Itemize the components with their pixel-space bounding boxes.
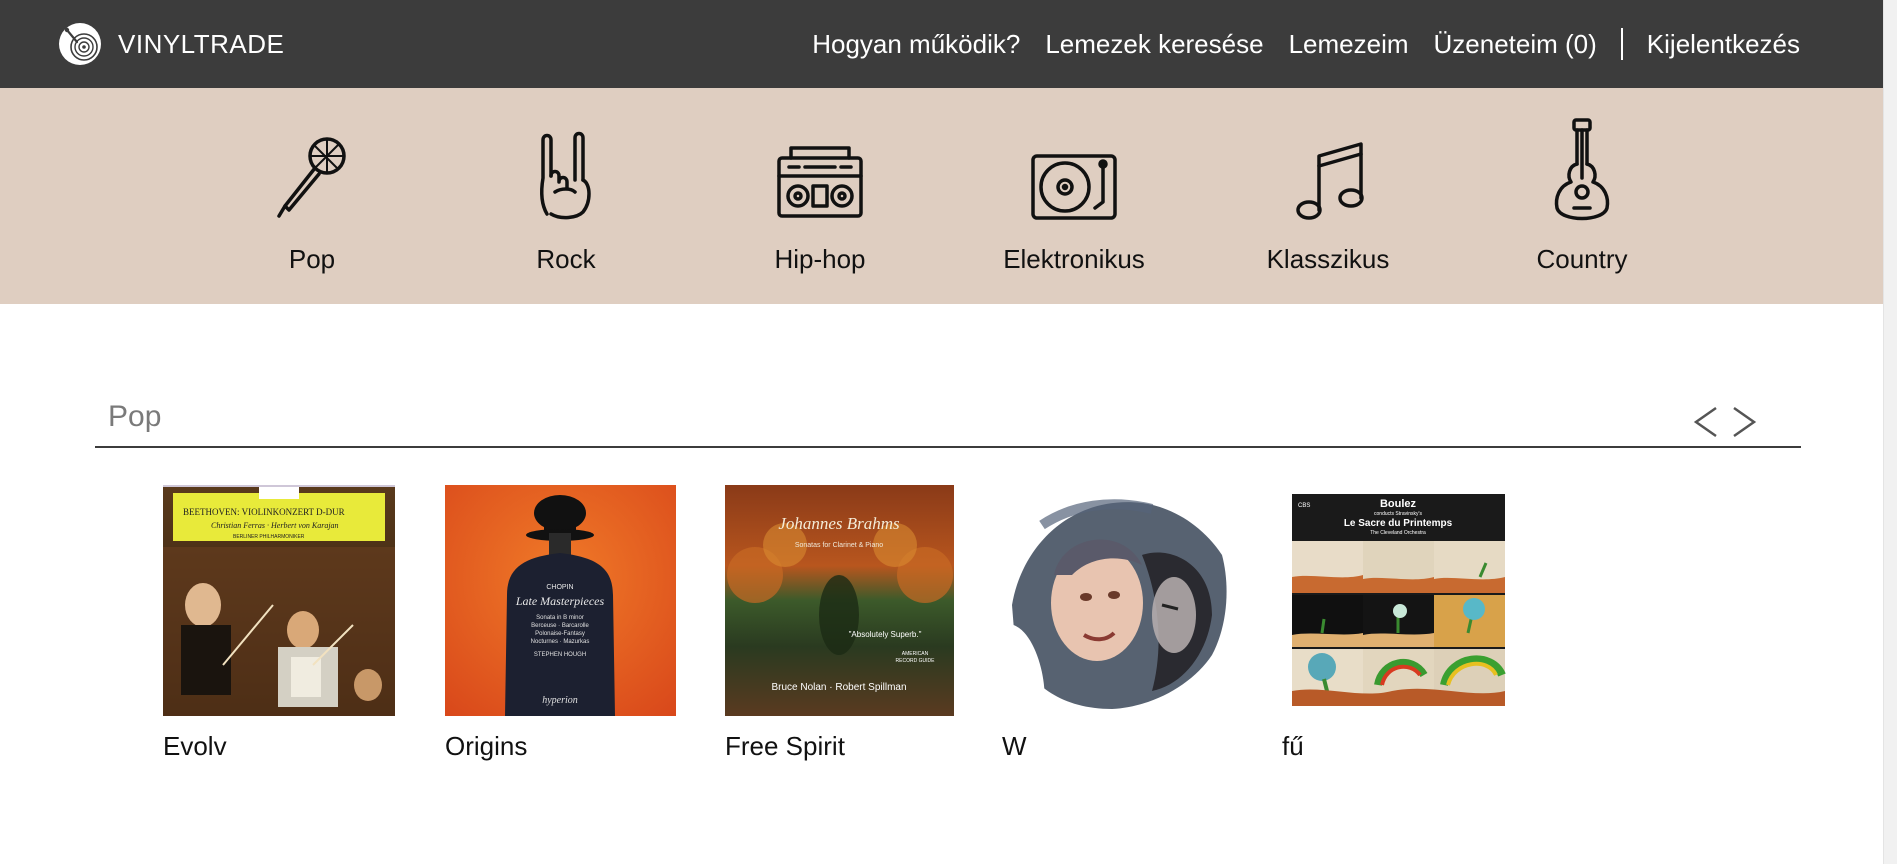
guitar-icon	[1554, 118, 1610, 221]
cover-text-line3: BERLINER PHILHARMONIKER	[233, 534, 305, 540]
record-cover: Johannes Brahms Sonatas for Clarinet & P…	[725, 485, 954, 716]
genre-bar: Pop Rock Hip-hop Elektronikus Klasszikus…	[0, 88, 1897, 304]
cover-text-line4: The Cleveland Orchestra	[1370, 530, 1426, 536]
genre-label: Elektronikus	[1003, 244, 1145, 274]
genre-label: Country	[1536, 244, 1628, 274]
record-cover-art	[1002, 485, 1235, 716]
genre-label: Klasszikus	[1266, 244, 1390, 274]
turntable-icon	[1031, 154, 1117, 220]
top-navigation-bar: VINYLTRADE Hogyan működik? Lemezek keres…	[0, 0, 1897, 88]
vinyl-record-icon	[59, 23, 101, 65]
nav-how-it-works[interactable]: Hogyan működik?	[812, 29, 1020, 60]
record-card[interactable]: BEETHOVEN: VIOLINKONZERT D-DUR Christian…	[163, 485, 395, 761]
record-cover: CHOPIN Late Masterpieces Sonata in B min…	[445, 485, 676, 716]
cover-text-track: Nocturnes · Mazurkas	[531, 639, 590, 645]
cover-text-quote-source: AMERICAN	[902, 651, 929, 657]
genre-classical[interactable]: Klasszikus	[1228, 118, 1428, 288]
rock-hand-icon	[540, 131, 591, 220]
record-cover-art: CHOPIN Late Masterpieces Sonata in B min…	[445, 485, 676, 716]
genre-label: Hip-hop	[774, 244, 866, 274]
brand-home-link[interactable]: VINYLTRADE	[58, 22, 284, 66]
genre-hip-hop[interactable]: Hip-hop	[720, 118, 920, 288]
record-card[interactable]: CBS Boulez conducts Stravinsky's Le Sacr…	[1282, 485, 1506, 761]
cover-text-track: Sonata in B minor	[536, 615, 584, 621]
section-divider	[95, 446, 1801, 448]
record-title: fű	[1282, 731, 1304, 761]
chevron-left-icon	[1693, 406, 1717, 438]
cover-text-label: hyperion	[542, 695, 578, 706]
chevron-right-icon	[1733, 406, 1757, 438]
record-title: W	[1002, 731, 1027, 761]
nav-divider	[1620, 28, 1623, 60]
main-nav: Hogyan működik? Lemezek keresése Lemezei…	[812, 0, 1800, 88]
record-cover-art: CBS Boulez conducts Stravinsky's Le Sacr…	[1292, 494, 1506, 706]
genre-label: Rock	[536, 244, 596, 274]
brand-name: VINYLTRADE	[118, 28, 285, 59]
nav-my-records[interactable]: Lemezeim	[1289, 29, 1409, 60]
record-card[interactable]: W	[1002, 485, 1235, 761]
genre-electronic[interactable]: Elektronikus	[974, 118, 1174, 288]
record-cover-art: Johannes Brahms Sonatas for Clarinet & P…	[725, 485, 954, 716]
cover-text-track: Berceuse · Barcarolle	[531, 623, 589, 629]
nav-logout[interactable]: Kijelentkezés	[1647, 29, 1800, 60]
cover-text-quote-source: RECORD GUIDE	[896, 658, 936, 664]
music-note-icon	[1296, 142, 1364, 220]
cover-text-composer: CHOPIN	[546, 584, 573, 591]
cover-text-quote: "Absolutely Superb."	[849, 630, 922, 639]
nav-messages[interactable]: Üzeneteim (0)	[1434, 29, 1597, 60]
nav-search-records[interactable]: Lemezek keresése	[1045, 29, 1263, 60]
record-cover-art: BEETHOVEN: VIOLINKONZERT D-DUR Christian…	[163, 485, 395, 716]
page-scrollbar[interactable]	[1883, 0, 1897, 864]
record-title: Evolv	[163, 731, 227, 761]
cover-text-album: Late Masterpieces	[515, 594, 605, 608]
record-title: Origins	[445, 731, 528, 761]
cover-text-line1: BEETHOVEN: VIOLINKONZERT D-DUR	[183, 507, 345, 517]
genre-pop[interactable]: Pop	[212, 118, 412, 288]
cover-text-line1: Boulez	[1380, 498, 1417, 510]
cover-text-label: CBS	[1298, 503, 1310, 509]
carousel-prev-button[interactable]	[1690, 402, 1722, 442]
boombox-icon	[777, 146, 863, 218]
cover-text-line3: Le Sacre du Printemps	[1344, 518, 1453, 529]
cover-text-composer: Johannes Brahms	[778, 514, 900, 533]
record-cover: CBS Boulez conducts Stravinsky's Le Sacr…	[1282, 485, 1506, 716]
genre-rock[interactable]: Rock	[466, 118, 666, 288]
record-card[interactable]: Johannes Brahms Sonatas for Clarinet & P…	[725, 485, 954, 761]
cover-text-line2: Christian Ferras · Herbert von Karajan	[211, 521, 339, 530]
genre-country[interactable]: Country	[1482, 118, 1682, 288]
cover-text-performer: STEPHEN HOUGH	[534, 652, 586, 658]
cover-text-subtitle: Sonatas for Clarinet & Piano	[795, 542, 883, 549]
section-title: Pop	[108, 400, 162, 433]
record-cover: BEETHOVEN: VIOLINKONZERT D-DUR Christian…	[163, 485, 395, 716]
microphone-icon	[277, 137, 346, 218]
genre-label: Pop	[288, 244, 336, 274]
record-title: Free Spirit	[725, 731, 845, 761]
record-cover	[1002, 485, 1235, 716]
cover-text-line2: conducts Stravinsky's	[1374, 511, 1422, 517]
record-card[interactable]: CHOPIN Late Masterpieces Sonata in B min…	[445, 485, 676, 761]
carousel-next-button[interactable]	[1728, 402, 1760, 442]
cover-text-artists: Bruce Nolan · Robert Spillman	[771, 682, 906, 693]
cover-text-track: Polonaise-Fantasy	[535, 631, 585, 637]
